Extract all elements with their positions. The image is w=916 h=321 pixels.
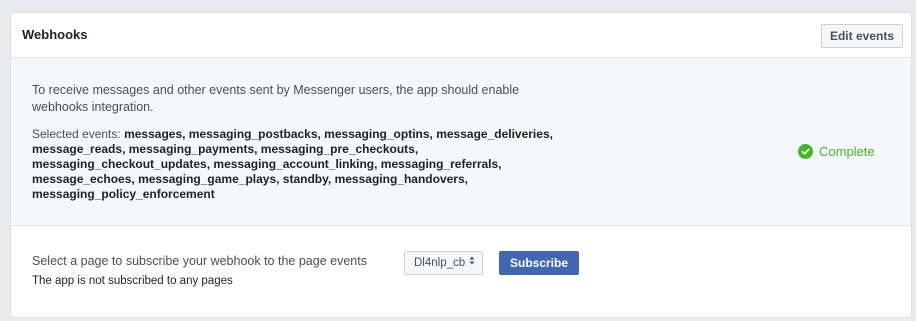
webhooks-info-section: To receive messages and other events sen… (11, 58, 911, 226)
subscribe-section: Select a page to subscribe your webhook … (11, 226, 911, 317)
page-select[interactable]: Dl4nlp_cb (404, 251, 484, 275)
up-down-caret-icon (469, 252, 475, 274)
subscription-status-note: The app is not subscribed to any pages (32, 275, 233, 287)
selected-events: Selected events: messages, messaging_pos… (32, 127, 592, 202)
page-select-value: Dl4nlp_cb (414, 257, 466, 269)
check-circle-icon (798, 144, 813, 159)
panel-header: Webhooks Edit events (11, 13, 911, 58)
subscribe-prompt: Select a page to subscribe your webhook … (32, 254, 367, 268)
subscribe-button[interactable]: Subscribe (499, 251, 580, 275)
webhooks-intro-text: To receive messages and other events sen… (32, 83, 520, 114)
status-indicator: Complete (798, 144, 875, 159)
panel-title: Webhooks (22, 27, 88, 42)
webhooks-panel: Webhooks Edit events To receive messages… (10, 12, 912, 318)
edit-events-button[interactable]: Edit events (820, 24, 903, 48)
selected-events-label: Selected events: (32, 127, 121, 141)
status-label: Complete (819, 144, 875, 159)
